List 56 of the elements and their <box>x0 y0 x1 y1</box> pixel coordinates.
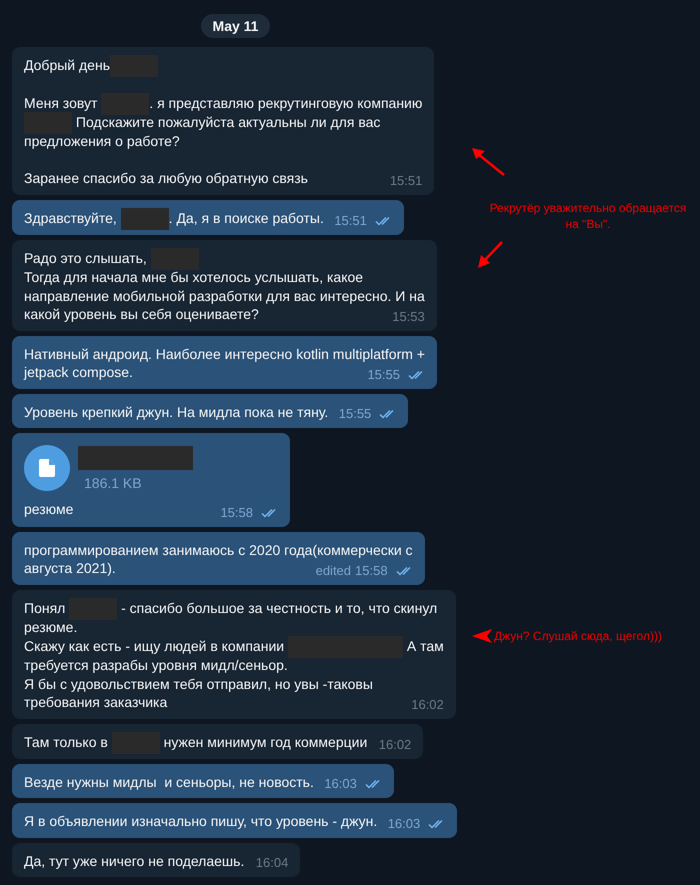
file-caption: резюме <box>24 501 74 518</box>
double-check-icon <box>261 508 278 518</box>
message-time: 16:02 <box>378 736 412 753</box>
message-text: направление мобильной разработки для вас интересно. И на <box>24 288 425 304</box>
message-text: Я в объявлении изначально пишу, что уровень - джун. <box>24 813 378 830</box>
message-text: Скажу как есть - ищу людей в компании А там <box>24 638 444 654</box>
message-time: 15:58 <box>220 504 253 521</box>
redaction-block <box>120 208 169 230</box>
double-check-icon <box>364 779 382 790</box>
message-text: Тогда для начала мне бы хотелось услышать, какое <box>24 269 364 286</box>
annotation-text: Рекрутёр уважительно обращается на "Вы". <box>488 200 688 232</box>
message-time: 16:04 <box>256 855 288 872</box>
arrow-icon <box>476 240 504 270</box>
message-time: 15:53 <box>392 308 425 325</box>
message-time: 15:51 <box>334 213 367 230</box>
double-check-icon <box>408 370 425 380</box>
message-time: 15:58 <box>355 562 388 579</box>
message-text: требуется разрабы уровня мидл/сеньор. <box>24 657 288 674</box>
file-size: 186.1 KB <box>84 474 143 492</box>
message-text: Здравствуйте, . Да, я в поиске работы. <box>24 210 324 226</box>
message-text: Да, тут уже ничего не поделаешь. <box>24 852 244 869</box>
message-text: Заранее спасибо за любую обратную связь <box>24 170 308 186</box>
arrow-icon <box>472 629 492 643</box>
message-text: jetpack compose. <box>24 364 133 380</box>
message-time: 15:55 <box>338 406 372 422</box>
message-text: резюме. <box>24 619 78 636</box>
double-check-icon <box>396 566 413 576</box>
document-icon[interactable] <box>24 445 70 492</box>
message-text: Понял - спасибо большое за честность и то, что скинул <box>24 600 438 616</box>
message-text: Везде нужны мидлы и сеньоры, не новость. <box>24 774 314 790</box>
message-time: 16:03 <box>324 776 357 792</box>
double-check-icon <box>428 818 446 829</box>
message-text: какой уровень вы себя оцениваете? <box>24 306 259 322</box>
message-text: Уровень крепкий джун. На мидла пока не тяну. <box>24 404 328 420</box>
message-text: Меня зовут . я представляю рекрутинговую компанию <box>24 94 422 111</box>
message-text: требования заказчика <box>24 694 168 710</box>
message-text: программированием занимаюсь с 2020 года(коммерчески с <box>24 542 413 558</box>
edited-label: edited <box>316 562 352 579</box>
double-check-icon <box>379 409 396 420</box>
annotation-text: Джун? Слушай сюда, щегол))) <box>494 628 662 645</box>
message-text: Нативный андроид. Наиболее интересно kotlin multiplatform + <box>24 346 425 362</box>
message-text: Подскажите пожалуйста актуальны ли для вас <box>24 114 380 130</box>
arrow-icon <box>470 145 506 177</box>
file-message-bubble[interactable]: 186.1 KB резюме 15:58 <box>12 433 290 527</box>
message-text: предложения о работе? <box>24 133 180 150</box>
message-time: 15:55 <box>367 366 400 383</box>
message-text: августа 2021). <box>24 560 116 576</box>
date-badge: May 11 <box>200 14 270 38</box>
message-text: Я бы с удовольствием тебя отправил, но увы -таковы <box>24 676 373 692</box>
message-text: Радо это слышать, <box>24 250 199 266</box>
message-time: 16:02 <box>411 696 444 713</box>
message-text: Там только в нужен минимум год коммерции <box>24 734 368 750</box>
double-check-icon <box>374 216 392 226</box>
message-time: 15:51 <box>390 172 422 189</box>
message-text: Добрый день <box>24 57 158 73</box>
message-time: 16:03 <box>388 816 420 832</box>
